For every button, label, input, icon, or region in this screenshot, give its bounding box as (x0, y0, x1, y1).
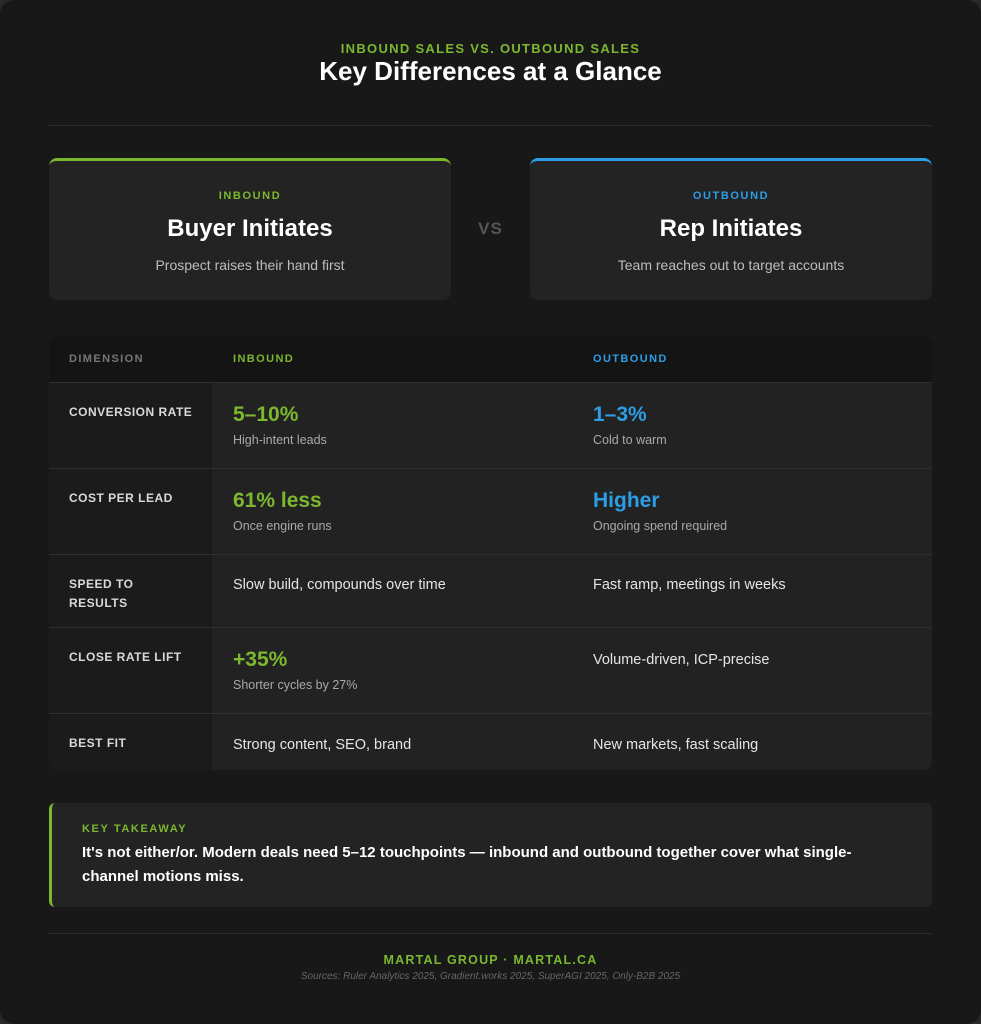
inbound-tag: INBOUND (218, 190, 282, 202)
table-row: CONVERSION RATE 5–10% High-intent leads … (49, 382, 932, 468)
inbound-subtitle: Prospect raises their hand first (155, 257, 345, 273)
outbound-tag: OUTBOUND (692, 190, 770, 202)
outbound-hero-card: OUTBOUND Rep Initiates Team reaches out … (530, 158, 932, 300)
outbound-cell: Fast ramp, meetings in weeks (593, 575, 786, 595)
outbound-value: 1–3% (593, 403, 647, 426)
inbound-value: 5–10% (233, 403, 299, 426)
inbound-cell: 5–10% High-intent leads (233, 403, 327, 447)
infographic-card: INBOUND SALES VS. OUTBOUND SALES Key Dif… (0, 0, 981, 1024)
outbound-note: Ongoing spend required (593, 519, 728, 533)
vs-label: VS (478, 219, 503, 238)
inbound-cell: Strong content, SEO, brand (233, 735, 411, 755)
row-label-cell: SPEED TO RESULTS (49, 555, 212, 627)
outbound-cell: New markets, fast scaling (593, 735, 758, 755)
inbound-note: Once engine runs (233, 519, 332, 533)
row-label: SPEED TO RESULTS (69, 577, 134, 610)
divider (49, 933, 932, 934)
inbound-text: Strong content, SEO, brand (233, 737, 412, 753)
outbound-text: Volume-driven, ICP-precise (593, 652, 770, 668)
comparison-table: DIMENSION INBOUND OUTBOUND CONVERSION RA… (49, 336, 932, 770)
inbound-note: High-intent leads (233, 433, 327, 447)
inbound-note: Shorter cycles by 27% (233, 678, 358, 692)
inbound-hero-card: INBOUND Buyer Initiates Prospect raises … (49, 158, 451, 300)
table-row: CLOSE RATE LIFT +35% Shorter cycles by 2… (49, 627, 932, 713)
outbound-heading: Rep Initiates (659, 215, 803, 242)
table-header: DIMENSION INBOUND OUTBOUND (49, 336, 932, 382)
outbound-text: Fast ramp, meetings in weeks (593, 577, 786, 593)
inbound-value: +35% (233, 648, 288, 671)
inbound-cell: Slow build, compounds over time (233, 575, 446, 595)
key-takeaway-callout: KEY TAKEAWAY It's not either/or. Modern … (49, 803, 932, 907)
table-row: COST PER LEAD 61% less Once engine runs … (49, 468, 932, 554)
row-label: CONVERSION RATE (69, 405, 193, 419)
takeaway-text: It's not either/or. Modern deals need 5–… (82, 844, 852, 885)
row-label: CLOSE RATE LIFT (69, 650, 182, 664)
header-dimension: DIMENSION (69, 353, 144, 365)
row-label: BEST FIT (69, 736, 127, 750)
row-label-cell: COST PER LEAD (49, 469, 212, 554)
inbound-cell: +35% Shorter cycles by 27% (233, 648, 357, 692)
outbound-text: New markets, fast scaling (593, 737, 759, 753)
outbound-cell: Volume-driven, ICP-precise (593, 650, 770, 670)
row-label-cell: CLOSE RATE LIFT (49, 628, 212, 713)
divider (49, 125, 932, 126)
outbound-cell: 1–3% Cold to warm (593, 403, 667, 447)
outbound-note: Cold to warm (593, 433, 667, 447)
footer-brand: MARTAL GROUP · MARTAL.CA (383, 953, 598, 967)
inbound-cell: 61% less Once engine runs (233, 489, 332, 533)
header-inbound: INBOUND (233, 353, 295, 365)
eyebrow: INBOUND SALES VS. OUTBOUND SALES (340, 41, 641, 56)
inbound-heading: Buyer Initiates (167, 215, 333, 242)
footer-sources: Sources: Ruler Analytics 2025, Gradient.… (300, 971, 681, 982)
table-row: BEST FIT Strong content, SEO, brand New … (49, 713, 932, 770)
table-row: SPEED TO RESULTS Slow build, compounds o… (49, 554, 932, 627)
row-label-cell: BEST FIT (49, 714, 212, 770)
page-title: Key Differences at a Glance (319, 56, 662, 86)
row-label-cell: CONVERSION RATE (49, 383, 212, 468)
row-label: COST PER LEAD (69, 491, 173, 505)
inbound-value: 61% less (233, 489, 322, 512)
outbound-subtitle: Team reaches out to target accounts (617, 257, 845, 273)
inbound-text: Slow build, compounds over time (233, 577, 446, 593)
header-outbound: OUTBOUND (593, 353, 668, 365)
outbound-cell: Higher Ongoing spend required (593, 489, 727, 533)
takeaway-label: KEY TAKEAWAY (82, 823, 188, 835)
outbound-value: Higher (593, 489, 660, 512)
